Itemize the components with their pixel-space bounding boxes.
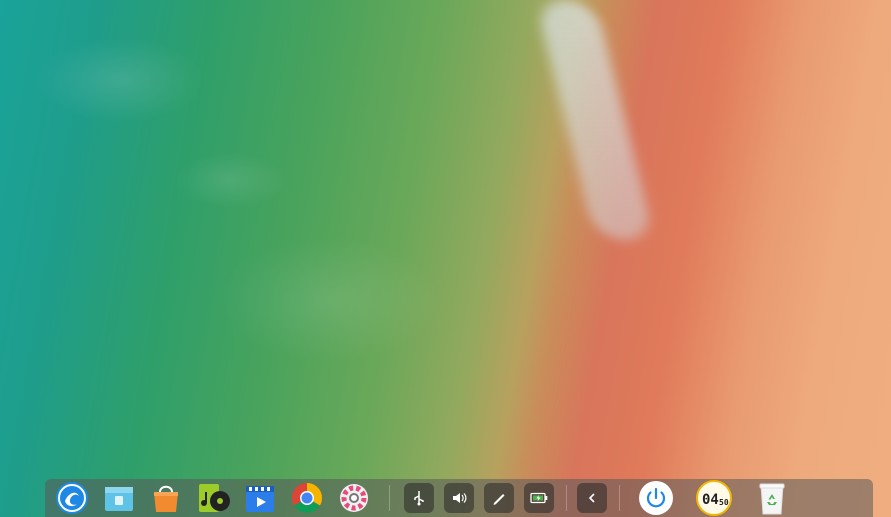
movie-icon[interactable] bbox=[243, 481, 277, 515]
dock: 04 50 bbox=[45, 479, 873, 517]
clock-hour: 04 bbox=[702, 492, 719, 508]
usb-icon[interactable] bbox=[404, 483, 434, 513]
pen-icon[interactable] bbox=[484, 483, 514, 513]
trash-icon[interactable] bbox=[754, 480, 790, 516]
dock-separator bbox=[566, 485, 567, 511]
music-icon[interactable] bbox=[196, 481, 230, 515]
volume-icon[interactable] bbox=[444, 483, 474, 513]
chrome-icon[interactable] bbox=[290, 481, 324, 515]
dock-separator bbox=[389, 485, 390, 511]
settings-icon[interactable] bbox=[337, 481, 371, 515]
file-manager-icon[interactable] bbox=[102, 481, 136, 515]
battery-icon[interactable] bbox=[524, 483, 554, 513]
power-icon[interactable] bbox=[638, 480, 674, 516]
dock-separator bbox=[619, 485, 620, 511]
clock-minute: 50 bbox=[719, 498, 729, 507]
app-store-icon[interactable] bbox=[149, 481, 183, 515]
chevron-left-icon[interactable] bbox=[577, 483, 607, 513]
launcher-icon[interactable] bbox=[55, 481, 89, 515]
desktop-wallpaper bbox=[0, 0, 891, 517]
clock-widget[interactable]: 04 50 bbox=[696, 480, 732, 516]
